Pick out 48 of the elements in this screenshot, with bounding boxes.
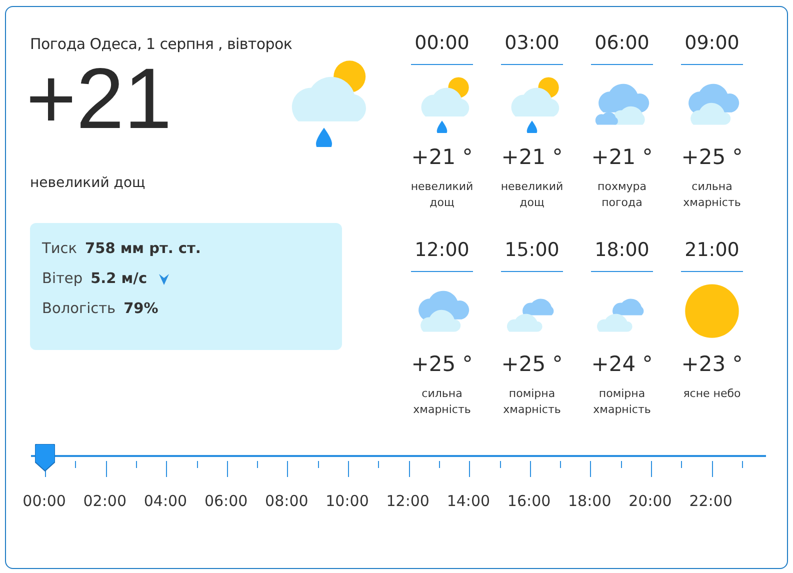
detail-value: 5.2 м/с bbox=[90, 271, 148, 287]
hour-temperature: +21 ° bbox=[591, 145, 653, 169]
hour-temperature: +21 ° bbox=[501, 145, 563, 169]
hour-time: 00:00 bbox=[411, 32, 473, 65]
time-label: 22:00 bbox=[688, 492, 734, 510]
hour-time: 06:00 bbox=[591, 32, 653, 65]
hour-temperature: +25 ° bbox=[411, 352, 473, 376]
hour-description: помірна хмарність bbox=[592, 386, 652, 418]
hour-temperature: +25 ° bbox=[501, 352, 563, 376]
time-slider[interactable] bbox=[31, 444, 766, 474]
time-label: 20:00 bbox=[628, 492, 673, 510]
hour-time: 12:00 bbox=[411, 239, 473, 272]
weather-description: невеликий дощ bbox=[30, 175, 146, 191]
hour-description: сильна хмарність bbox=[682, 179, 742, 211]
hour-time: 21:00 bbox=[681, 239, 743, 272]
time-label: 16:00 bbox=[506, 492, 552, 510]
hour-temperature: +24 ° bbox=[591, 352, 653, 376]
forecast-title: Погода Одеса, 1 серпня , вівторок bbox=[30, 35, 294, 53]
hour-time: 09:00 bbox=[681, 32, 743, 65]
time-label: 08:00 bbox=[264, 492, 310, 510]
current-temperature: +21 bbox=[26, 59, 172, 139]
detail-label: Вологість bbox=[42, 301, 116, 317]
hour-description: сильна хмарність bbox=[412, 386, 472, 418]
slider-thumb[interactable] bbox=[35, 444, 55, 472]
wind-direction-icon bbox=[159, 274, 170, 284]
time-label: 02:00 bbox=[82, 492, 128, 510]
hour-description: невеликий дощ bbox=[500, 179, 564, 211]
hour-temperature: +21 ° bbox=[411, 145, 473, 169]
time-label: 04:00 bbox=[142, 492, 188, 510]
detail-label: Вітер bbox=[42, 271, 83, 287]
time-label: 10:00 bbox=[324, 492, 370, 510]
hour-time: 18:00 bbox=[591, 239, 653, 272]
hour-temperature: +23 ° bbox=[681, 352, 743, 376]
time-label: 12:00 bbox=[385, 492, 430, 510]
hour-description: ясне небо bbox=[682, 386, 742, 402]
time-label: 14:00 bbox=[446, 492, 492, 510]
detail-value: 79% bbox=[124, 301, 158, 317]
detail-label: Тиск bbox=[42, 241, 78, 257]
time-label: 00:00 bbox=[22, 492, 67, 510]
time-label: 18:00 bbox=[567, 492, 612, 510]
hour-description: похмура погода bbox=[596, 179, 648, 211]
hour-temperature: +25 ° bbox=[681, 145, 743, 169]
hour-description: помірна хмарність bbox=[502, 386, 562, 418]
hour-description: невеликий дощ bbox=[410, 179, 474, 211]
hour-time: 03:00 bbox=[501, 32, 563, 65]
detail-value: 758 мм рт. ст. bbox=[85, 241, 201, 257]
hour-time: 15:00 bbox=[501, 239, 563, 272]
time-label: 06:00 bbox=[203, 492, 249, 510]
